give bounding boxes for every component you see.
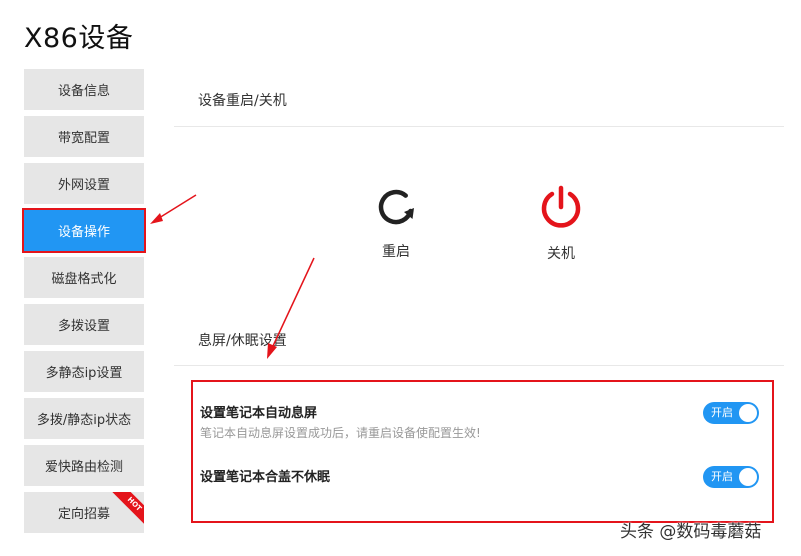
shutdown-label: 关机 bbox=[547, 246, 575, 262]
divider bbox=[174, 126, 784, 127]
sidebar-item-device-operation[interactable]: 设备操作 bbox=[22, 208, 146, 253]
sidebar-item-multi-static-ip[interactable]: 多静态ip设置 bbox=[24, 351, 144, 392]
sidebar-item-device-info[interactable]: 设备信息 bbox=[24, 69, 144, 110]
sidebar-item-wan[interactable]: 外网设置 bbox=[24, 163, 144, 204]
restart-button[interactable]: 重启 bbox=[356, 185, 436, 261]
restart-label: 重启 bbox=[382, 244, 410, 260]
toggle-knob bbox=[739, 468, 757, 486]
lid-no-sleep-label: 设置笔记本合盖不休眠 bbox=[200, 470, 331, 485]
page-title: X86设备 bbox=[24, 23, 134, 54]
toggle-label: 开启 bbox=[711, 406, 733, 419]
watermark: 头条 @数码毒蘑菇 bbox=[620, 522, 762, 542]
sidebar-item-dial-ip-status[interactable]: 多拨/静态ip状态 bbox=[24, 398, 144, 439]
toggle-knob bbox=[739, 404, 757, 422]
sidebar-item-ikuai-check[interactable]: 爱快路由检测 bbox=[24, 445, 144, 486]
lid-no-sleep-toggle[interactable]: 开启 bbox=[703, 466, 759, 488]
sidebar-item-multi-dial[interactable]: 多拨设置 bbox=[24, 304, 144, 345]
power-icon bbox=[541, 185, 581, 228]
sidebar-item-bandwidth[interactable]: 带宽配置 bbox=[24, 116, 144, 157]
section-title-reboot: 设备重启/关机 bbox=[198, 93, 287, 109]
auto-screen-off-label: 设置笔记本自动息屏 bbox=[200, 406, 318, 421]
restart-icon bbox=[378, 189, 414, 225]
auto-screen-off-toggle[interactable]: 开启 bbox=[703, 402, 759, 424]
section-title-screen: 息屏/休眠设置 bbox=[198, 333, 287, 349]
toggle-label: 开启 bbox=[711, 470, 733, 483]
arrow-head bbox=[150, 213, 163, 224]
sidebar: 设备信息 带宽配置 外网设置 设备操作 磁盘格式化 多拨设置 多静态ip设置 多… bbox=[22, 69, 146, 539]
sidebar-item-label: 定向招募 bbox=[57, 507, 110, 522]
sidebar-item-disk-format[interactable]: 磁盘格式化 bbox=[24, 257, 144, 298]
shutdown-button[interactable]: 关机 bbox=[521, 185, 601, 263]
hot-badge: HOT bbox=[112, 492, 144, 527]
screen-settings-panel: 设置笔记本自动息屏 笔记本自动息屏设置成功后，请重启设备使配置生效! 开启 设置… bbox=[191, 380, 774, 523]
auto-screen-off-hint: 笔记本自动息屏设置成功后，请重启设备使配置生效! bbox=[200, 426, 481, 440]
divider bbox=[174, 365, 784, 366]
arrow-line bbox=[158, 194, 197, 219]
sidebar-item-recruit[interactable]: 定向招募 HOT bbox=[24, 492, 144, 533]
